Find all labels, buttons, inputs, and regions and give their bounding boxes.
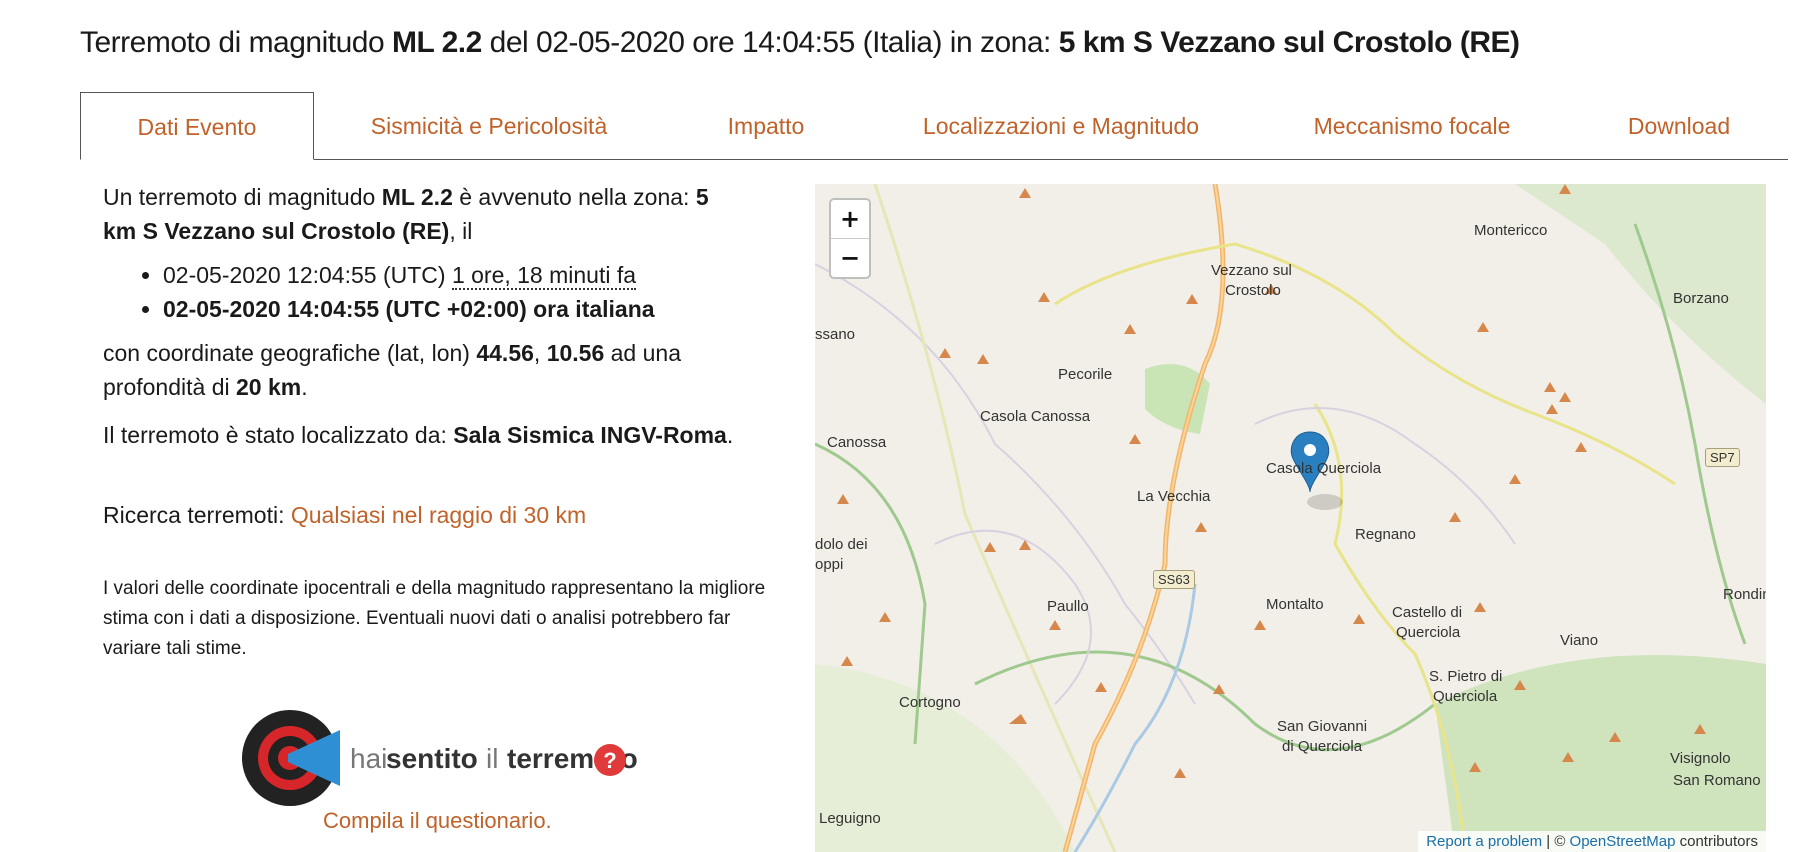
map-label: Cortogno [899,694,961,711]
map-label: di Querciola [1282,738,1363,755]
map-attribution: Report a problem | © OpenStreetMap contr… [1418,831,1766,852]
tab-download[interactable]: Download [1570,92,1788,159]
zoom-out-button[interactable]: − [831,238,869,277]
map-label: Crostolo [1225,282,1281,299]
openstreetmap-link[interactable]: OpenStreetMap [1570,833,1676,850]
tab-meccanismo-focale[interactable]: Meccanismo focale [1256,92,1568,159]
map-label: San Giovanni [1277,718,1368,735]
map-label: dolo dei [815,536,868,553]
svg-text:il: il [486,743,498,774]
road-shield: SS63 [1153,570,1195,589]
svg-text:sentito: sentito [386,743,478,774]
map-label: Regnano [1355,526,1416,543]
map-label: Viano [1560,632,1599,649]
map-label: Casola Querciola [1266,460,1382,477]
map-label: Canossa [827,434,887,451]
questionnaire-link[interactable]: Compila il questionario. [323,808,552,834]
page-title: Terremoto di magnitudo ML 2.2 del 02-05-… [80,26,1520,59]
map-label: La Vecchia [1137,488,1211,505]
map-label: S. Pietro di [1429,668,1503,685]
event-map[interactable]: + − Montericco Vezzano sul Crostolo Borz… [815,184,1766,852]
event-summary: Un terremoto di magnitudo ML 2.2 è avven… [103,184,709,244]
search-radius-link[interactable]: Qualsiasi nel raggio di 30 km [291,502,586,528]
utc-time: 02-05-2020 12:04:55 (UTC) 1 ore, 18 minu… [163,258,783,292]
event-times: 02-05-2020 12:04:55 (UTC) 1 ore, 18 minu… [103,258,783,326]
svg-text:hai: hai [350,743,387,774]
map-label: Visignolo [1670,750,1731,767]
map-label: Montericco [1474,222,1548,239]
haisentito-icon: hai sentito il terremoto ? [242,710,638,806]
disclaimer: I valori delle coordinate ipocentrali e … [103,578,766,659]
search-row: Ricerca terremoti: Qualsiasi nel raggio … [103,502,587,528]
road-shield: SP7 [1705,448,1740,467]
map-label: Pecorile [1058,366,1113,383]
event-details: Un terremoto di magnitudo ML 2.2 è avven… [103,180,783,664]
coordinates-text: con coordinate geografiche (lat, lon) 44… [103,340,681,400]
tab-localizzazioni-magnitudo[interactable]: Localizzazioni e Magnitudo [868,92,1254,159]
tab-sismicita-pericolosita[interactable]: Sismicità e Pericolosità [314,92,664,159]
map-label: San Romano [1673,772,1761,789]
haisentito-logo[interactable]: hai sentito il terremoto ? [240,708,640,808]
map-label: Leguigno [819,810,881,827]
tab-dati-evento[interactable]: Dati Evento [80,92,314,160]
map-label: Montalto [1266,596,1324,613]
tab-impatto[interactable]: Impatto [666,92,866,159]
report-problem-link[interactable]: Report a problem [1426,833,1542,850]
located-by-text: Il terremoto è stato localizzato da: Sal… [103,422,734,448]
svg-text:?: ? [603,748,616,773]
map-label: oppi [815,556,844,573]
map-label: Paullo [1047,598,1089,615]
map-label: ssano [815,326,856,343]
zoom-control: + − [829,198,871,279]
map-label: Vezzano sul [1211,262,1292,279]
map-label: Querciola [1433,688,1498,705]
map-label: Castello di [1392,604,1463,621]
map-label: Querciola [1396,624,1461,641]
map-label: Borzano [1673,290,1729,307]
local-time: 02-05-2020 14:04:55 (UTC +02:00) ora ita… [163,292,783,326]
time-ago[interactable]: 1 ore, 18 minuti fa [451,262,637,290]
map-label: Rondin [1723,586,1766,603]
map-label: Casola Canossa [980,408,1091,425]
tab-bar: Dati Evento Sismicità e Pericolosità Imp… [80,92,1788,160]
zoom-in-button[interactable]: + [831,200,869,238]
